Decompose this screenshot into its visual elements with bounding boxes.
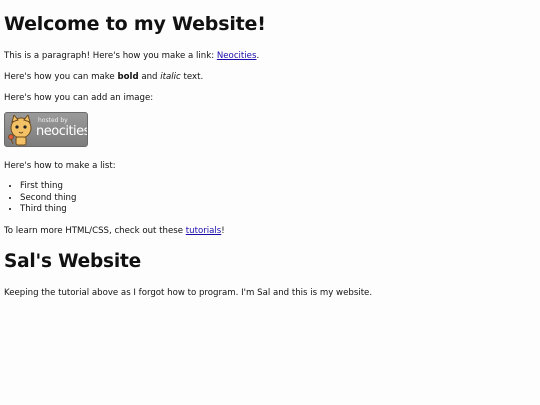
paragraph-learn: To learn more HTML/CSS, check out these … xyxy=(4,226,225,237)
format-text-after: text. xyxy=(180,72,204,82)
neocities-cat-icon xyxy=(8,115,32,146)
badge-hosted-text: hosted by xyxy=(38,117,68,124)
paragraph-format: Here's how you can make bold and italic … xyxy=(4,72,203,83)
paragraph-link-text-after: . xyxy=(256,51,260,61)
sal-heading: Sal's Website xyxy=(4,251,141,272)
bullet-list: First thing Second thing Third thing xyxy=(4,181,76,216)
badge-name-text: neocities xyxy=(36,124,88,139)
bold-text: bold xyxy=(117,72,139,82)
list-item: Second thing xyxy=(20,193,76,205)
neocities-link[interactable]: Neocities xyxy=(217,51,257,61)
paragraph-link: This is a paragraph! Here's how you make… xyxy=(4,51,259,62)
list-item: First thing xyxy=(20,181,76,193)
format-text-middle: and xyxy=(138,72,161,82)
italic-text: italic xyxy=(160,72,181,82)
paragraph-sal: Keeping the tutorial above as I forgot h… xyxy=(4,288,373,298)
learn-text-after: ! xyxy=(221,226,225,236)
page-title: Welcome to my Website! xyxy=(4,13,266,35)
learn-text-before: To learn more HTML/CSS, check out these xyxy=(4,226,186,236)
tutorials-link[interactable]: tutorials xyxy=(186,226,222,236)
paragraph-list: Here's how to make a list: xyxy=(4,161,116,171)
neocities-badge-image: hosted by neocities xyxy=(4,112,88,147)
format-text-before: Here's how you can make xyxy=(4,72,118,82)
paragraph-link-text-before: This is a paragraph! Here's how you make… xyxy=(4,51,217,61)
paragraph-image: Here's how you can add an image: xyxy=(4,93,154,103)
list-item: Third thing xyxy=(20,204,76,216)
